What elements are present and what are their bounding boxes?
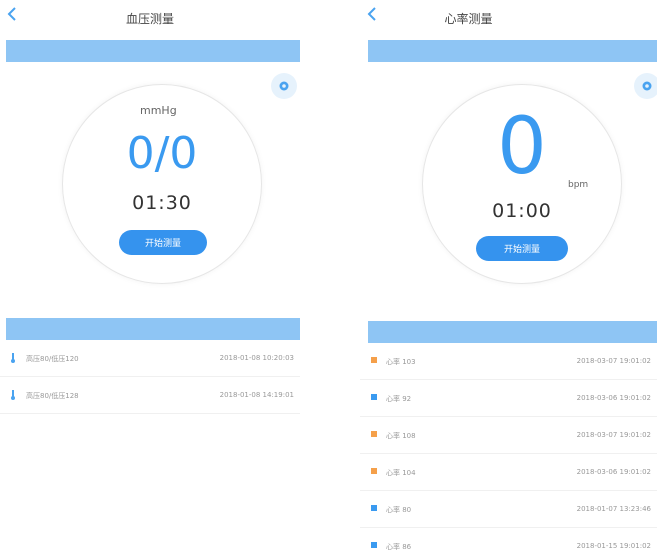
- records-header: [6, 318, 300, 340]
- nav-bar: 心率测量: [360, 0, 657, 38]
- heart-rate-screen: 心率测量 0 bpm 01:00 开始测量 心率 103 2018-03-07 …: [360, 0, 657, 560]
- record-label: 心率 108: [386, 432, 416, 440]
- record-time: 2018-01-07 13:23:46: [576, 505, 651, 513]
- record-row[interactable]: 心率 108 2018-03-07 19:01:02: [360, 417, 657, 454]
- heart-icon: [371, 357, 377, 363]
- start-measure-button[interactable]: 开始测量: [476, 236, 568, 261]
- settings-button[interactable]: [634, 73, 657, 99]
- record-time: 2018-01-08 10:20:03: [219, 354, 294, 362]
- blood-pressure-screen: 血压测量 mmHg 0/0 01:30 开始测量 高压80/低压120 2018…: [0, 0, 300, 560]
- record-label: 高压80/低压120: [26, 355, 79, 363]
- measurement-value: 0/0: [126, 128, 198, 179]
- record-time: 2018-03-07 19:01:02: [576, 357, 651, 365]
- records-list: 心率 103 2018-03-07 19:01:02 心率 92 2018-03…: [360, 343, 657, 560]
- record-time: 2018-03-06 19:01:02: [576, 394, 651, 402]
- record-row[interactable]: 心率 92 2018-03-06 19:01:02: [360, 380, 657, 417]
- records-list: 高压80/低压120 2018-01-08 10:20:03 高压80/低压12…: [0, 340, 300, 414]
- unit-label: mmHg: [140, 104, 177, 117]
- record-row[interactable]: 高压80/低压120 2018-01-08 10:20:03: [0, 340, 300, 377]
- records-header: [368, 321, 657, 343]
- record-label: 心率 103: [386, 358, 416, 366]
- measurement-value: 0: [497, 102, 547, 192]
- heart-icon: [371, 468, 377, 474]
- settings-button[interactable]: [271, 73, 297, 99]
- record-time: 2018-01-08 14:19:01: [219, 391, 294, 399]
- record-label: 心率 80: [386, 506, 412, 514]
- record-label: 高压80/低压128: [26, 392, 79, 400]
- top-banner: [368, 40, 657, 62]
- record-row[interactable]: 心率 86 2018-01-15 19:01:02: [360, 528, 657, 560]
- heart-icon: [371, 394, 377, 400]
- gear-icon: [279, 81, 289, 91]
- record-row[interactable]: 心率 103 2018-03-07 19:01:02: [360, 343, 657, 380]
- page-title: 心率测量: [444, 12, 493, 26]
- record-label: 心率 92: [386, 395, 412, 403]
- record-row[interactable]: 心率 104 2018-03-06 19:01:02: [360, 454, 657, 491]
- record-time: 2018-01-15 19:01:02: [576, 542, 651, 550]
- heart-icon: [371, 431, 377, 437]
- record-row[interactable]: 高压80/低压128 2018-01-08 14:19:01: [0, 377, 300, 414]
- record-row[interactable]: 心率 80 2018-01-07 13:23:46: [360, 491, 657, 528]
- unit-label: bpm: [568, 180, 589, 190]
- thermometer-icon: [11, 390, 15, 400]
- countdown-timer: 01:30: [132, 192, 192, 214]
- record-time: 2018-03-07 19:01:02: [576, 431, 651, 439]
- countdown-timer: 01:00: [492, 200, 552, 222]
- heart-icon: [371, 505, 377, 511]
- record-label: 心率 86: [386, 543, 412, 551]
- record-time: 2018-03-06 19:01:02: [576, 468, 651, 476]
- nav-bar: 血压测量: [0, 0, 300, 38]
- gear-icon: [642, 81, 652, 91]
- thermometer-icon: [11, 353, 15, 363]
- heart-icon: [371, 542, 377, 548]
- top-banner: [6, 40, 300, 62]
- page-title: 血压测量: [125, 12, 174, 26]
- start-measure-button[interactable]: 开始测量: [119, 230, 207, 255]
- record-label: 心率 104: [386, 469, 416, 477]
